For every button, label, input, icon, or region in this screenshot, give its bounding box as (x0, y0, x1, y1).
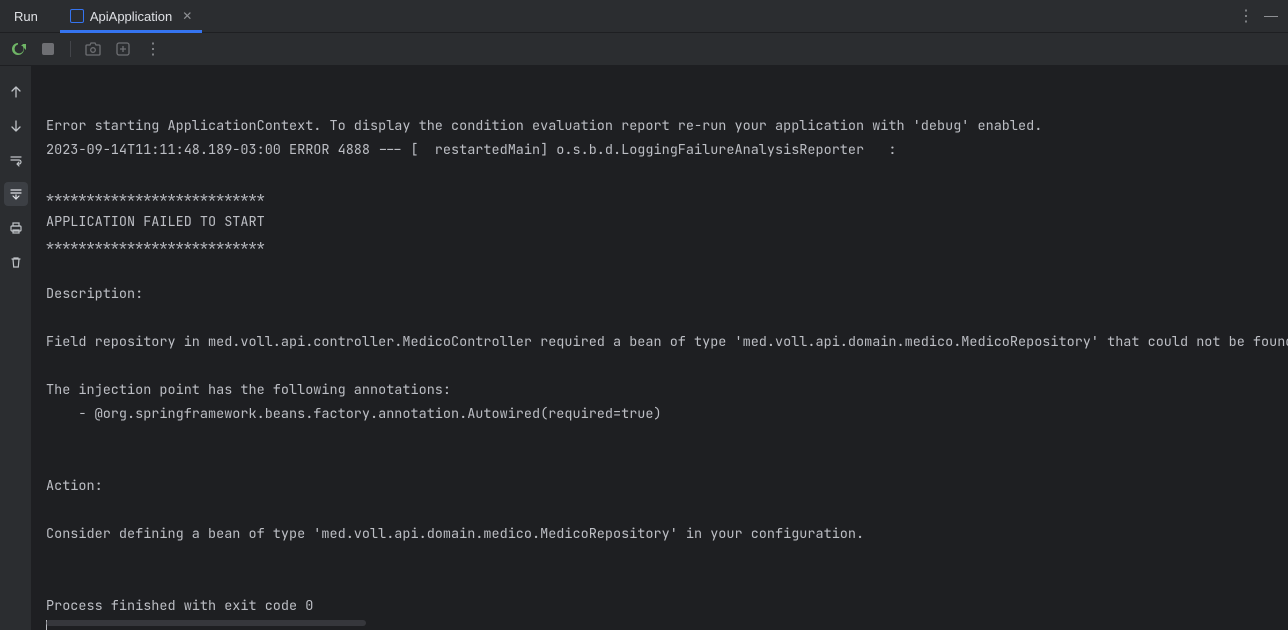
clear-trash-icon[interactable] (4, 250, 28, 274)
toolbar-more-icon[interactable]: ⋮ (145, 41, 161, 57)
run-tool-header: Run ApiApplication ✕ ⋮ (0, 0, 1288, 33)
console-text: Error starting ApplicationContext. To di… (46, 90, 1288, 618)
exit-icon[interactable] (115, 41, 131, 57)
soft-wrap-icon[interactable] (4, 148, 28, 172)
stop-icon[interactable] (40, 41, 56, 57)
tab-label: ApiApplication (90, 9, 172, 24)
app-run-config-icon (70, 9, 84, 23)
run-tabs: ApiApplication ✕ (60, 0, 202, 32)
scroll-to-end-icon[interactable] (4, 182, 28, 206)
separator (70, 41, 71, 57)
scroll-down-icon[interactable] (4, 114, 28, 138)
run-body: Error starting ApplicationContext. To di… (0, 66, 1288, 630)
print-icon[interactable] (4, 216, 28, 240)
scroll-up-icon[interactable] (4, 80, 28, 104)
rerun-icon[interactable] (10, 41, 26, 57)
minimize-icon[interactable] (1264, 16, 1278, 17)
console-output-panel[interactable]: Error starting ApplicationContext. To di… (32, 66, 1288, 630)
close-tab-icon[interactable]: ✕ (178, 9, 192, 23)
camera-icon[interactable] (85, 41, 101, 57)
header-more-icon[interactable]: ⋮ (1238, 6, 1254, 26)
run-toolbar: ⋮ (0, 33, 1288, 66)
tab-apiapplication[interactable]: ApiApplication ✕ (60, 0, 202, 32)
run-tool-title: Run (0, 0, 50, 32)
horizontal-scrollbar[interactable] (46, 620, 366, 626)
header-right-controls: ⋮ (1238, 0, 1288, 32)
console-left-rail (0, 66, 32, 630)
